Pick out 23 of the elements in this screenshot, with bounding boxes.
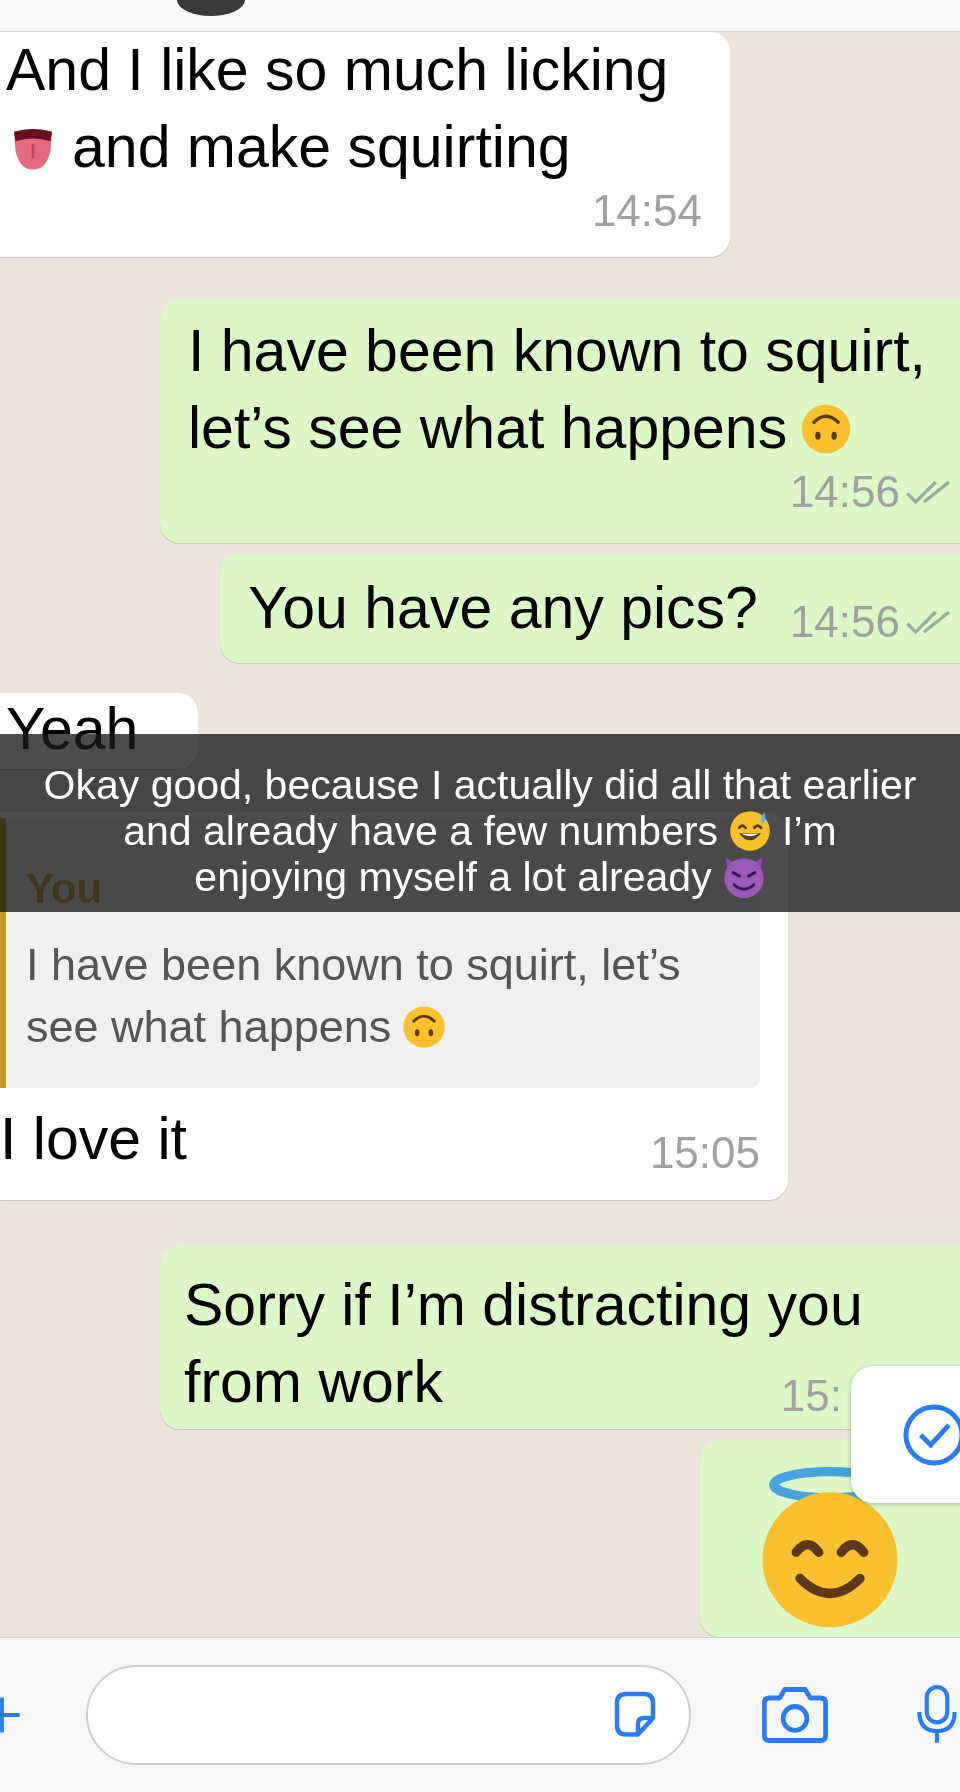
- quote-text: see what happens: [26, 1000, 392, 1054]
- avatar-image: [177, 0, 245, 16]
- message-text: I love it: [0, 1105, 187, 1174]
- message-text: and make squirting: [72, 113, 571, 182]
- grinning-sweat-smiley-icon: [728, 809, 773, 853]
- message-time: 15:05: [649, 1128, 760, 1178]
- message-time: 14:56: [789, 597, 900, 647]
- message-text: I have been known to squirt,: [188, 317, 926, 386]
- message-time: 15:: [780, 1371, 842, 1421]
- message-text: let’s see what happens: [188, 394, 788, 463]
- message-text: from work: [184, 1348, 443, 1417]
- message-text: Sorry if I’m distracting you: [184, 1271, 863, 1340]
- devil-smiley-icon: [721, 855, 766, 899]
- upside-down-smiley-icon: [401, 1004, 448, 1050]
- message-time: 14:56: [789, 467, 900, 517]
- quote-text: I have been known to squirt, let’s: [26, 938, 681, 992]
- caption-text: enjoying myself a lot already: [194, 854, 712, 900]
- floating-card[interactable]: [851, 1366, 960, 1503]
- caption-text: I’m: [782, 808, 837, 854]
- caption-text: Okay good, because I actually did all that earlier: [43, 762, 917, 808]
- message-time: 14:54: [591, 186, 702, 236]
- message-text: And I like so much licking: [6, 36, 669, 105]
- message-text: You have any pics?: [248, 574, 758, 643]
